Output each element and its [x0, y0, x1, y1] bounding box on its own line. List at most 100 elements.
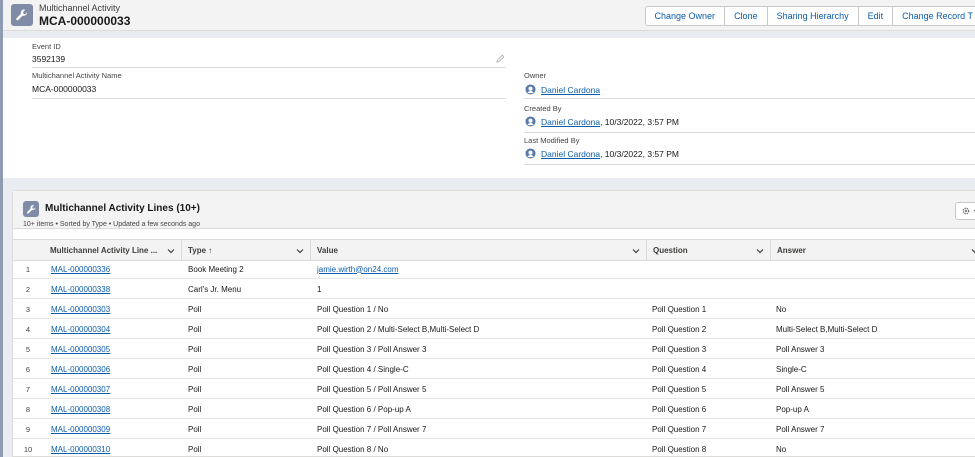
created-by-label: Created By — [524, 104, 562, 113]
type-cell: Carl's Jr. Menu — [188, 284, 242, 294]
last-modified-by-link[interactable]: Daniel Cardona — [541, 149, 600, 159]
value-cell: Poll Question 8 / No — [317, 444, 389, 454]
chevron-down-icon[interactable] — [632, 247, 640, 255]
table-row[interactable]: 5 MAL-000000305 Poll Poll Question 3 / P… — [13, 339, 975, 359]
type-cell: Poll — [188, 304, 202, 314]
answer-cell — [776, 259, 975, 279]
chevron-down-icon[interactable] — [296, 247, 304, 255]
line-record-link[interactable]: MAL-000000304 — [51, 325, 110, 334]
chevron-down-icon[interactable] — [167, 247, 175, 255]
related-list-title[interactable]: Multichannel Activity Lines (10+) — [45, 203, 200, 214]
type-cell: Poll — [188, 324, 202, 334]
owner-label: Owner — [524, 71, 547, 80]
last-modified-date: , 10/3/2022, 3:57 PM — [600, 148, 679, 159]
sharing-hierarchy-button[interactable]: Sharing Hierarchy — [766, 6, 859, 26]
type-cell: Poll — [188, 424, 202, 434]
answer-cell — [776, 279, 975, 299]
type-cell: Poll — [188, 384, 202, 394]
column-header-answer[interactable]: Answer — [771, 240, 975, 261]
value-cell: Poll Question 4 / Single-C — [317, 364, 409, 374]
wrench-icon — [23, 201, 39, 217]
row-number-header — [13, 240, 45, 261]
table-row[interactable]: 8 MAL-000000308 Poll Poll Question 6 / P… — [13, 399, 975, 419]
answer-cell: Poll Answer 7 — [776, 424, 825, 434]
field-divider — [524, 132, 975, 133]
column-header-value[interactable]: Value — [311, 240, 647, 261]
related-list-header: Multichannel Activity Lines (10+) 10+ it… — [13, 191, 975, 229]
list-settings-button[interactable] — [955, 202, 975, 220]
user-avatar-icon — [525, 148, 536, 159]
column-header-question[interactable]: Question — [647, 240, 771, 261]
change-record-type-button[interactable]: Change Record T — [892, 6, 975, 26]
related-list-card: Multichannel Activity Lines (10+) 10+ it… — [12, 190, 975, 457]
value-cell: Poll Question 5 / Poll Answer 5 — [317, 384, 427, 394]
value-cell: Poll Question 3 / Poll Answer 3 — [317, 344, 427, 354]
value-cell: Poll Question 6 / Pop-up A — [317, 404, 411, 414]
row-number: 2 — [25, 284, 31, 294]
column-header-type[interactable]: Type ↑ — [182, 240, 311, 261]
row-number: 3 — [25, 304, 31, 314]
email-link[interactable]: jamie.wirth@on24.com — [317, 265, 398, 274]
change-owner-button[interactable]: Change Owner — [644, 6, 726, 26]
edit-button[interactable]: Edit — [857, 6, 894, 26]
row-number: 9 — [25, 424, 31, 434]
question-cell: Poll Question 8 — [652, 444, 707, 454]
question-cell: Poll Question 4 — [652, 364, 707, 374]
table-row[interactable]: 3 MAL-000000303 Poll Poll Question 1 / N… — [13, 299, 975, 319]
row-number: 6 — [25, 364, 31, 374]
owner-field: Daniel Cardona — [525, 84, 600, 95]
line-record-link[interactable]: MAL-000000308 — [51, 405, 110, 414]
column-header-label: Multichannel Activity Line ... — [50, 246, 158, 255]
record-title: MCA-000000033 — [39, 14, 131, 28]
line-record-link[interactable]: MAL-000000303 — [51, 305, 110, 314]
value-cell: 1 — [317, 284, 322, 294]
owner-link[interactable]: Daniel Cardona — [541, 85, 600, 95]
row-number: 7 — [25, 384, 31, 394]
line-record-link[interactable]: MAL-000000310 — [51, 445, 110, 454]
line-record-link[interactable]: MAL-000000307 — [51, 385, 110, 394]
answer-cell: Single-C — [776, 364, 807, 374]
type-cell: Poll — [188, 364, 202, 374]
last-modified-by-field: Daniel Cardona , 10/3/2022, 3:57 PM — [525, 148, 679, 159]
line-record-link[interactable]: MAL-000000306 — [51, 365, 110, 374]
type-cell: Poll — [188, 444, 202, 454]
question-cell: Poll Question 6 — [652, 404, 707, 414]
chevron-down-icon[interactable] — [756, 247, 764, 255]
line-record-link[interactable]: MAL-000000336 — [51, 265, 110, 274]
table-row[interactable]: 7 MAL-000000307 Poll Poll Question 5 / P… — [13, 379, 975, 399]
object-label: Multichannel Activity — [39, 3, 121, 13]
action-button-group: Change Owner Clone Sharing Hierarchy Edi… — [644, 6, 975, 26]
row-number: 10 — [23, 444, 33, 454]
answer-cell: No — [776, 444, 787, 454]
row-number: 4 — [25, 324, 31, 334]
question-cell: Poll Question 2 — [652, 324, 707, 334]
question-cell: Poll Question 5 — [652, 384, 707, 394]
line-record-link[interactable]: MAL-000000338 — [51, 285, 110, 294]
event-id-value: 3592139 — [32, 54, 66, 64]
answer-cell: Pop-up A — [776, 404, 809, 414]
table-row[interactable]: 6 MAL-000000306 Poll Poll Question 4 / S… — [13, 359, 975, 379]
answer-cell: Poll Answer 5 — [776, 384, 825, 394]
line-record-link[interactable]: MAL-000000305 — [51, 345, 110, 354]
column-header-name[interactable]: Multichannel Activity Line ... — [44, 240, 182, 261]
pencil-icon[interactable] — [496, 54, 505, 63]
type-cell: Poll — [188, 344, 202, 354]
clone-button[interactable]: Clone — [724, 6, 768, 26]
answer-cell: No — [776, 304, 787, 314]
table-row[interactable]: 1 MAL-000000336 Book Meeting 2 jamie.wir… — [13, 259, 975, 279]
answer-cell: Multi-Select B,Multi-Select D — [776, 324, 878, 334]
type-cell: Poll — [188, 404, 202, 414]
question-cell: Poll Question 3 — [652, 344, 707, 354]
field-divider — [32, 98, 506, 99]
table-row[interactable]: 9 MAL-000000309 Poll Poll Question 7 / P… — [13, 419, 975, 439]
table-row[interactable]: 2 MAL-000000338 Carl's Jr. Menu 1 — [13, 279, 975, 299]
field-divider — [524, 98, 975, 99]
value-cell: Poll Question 2 / Multi-Select B,Multi-S… — [317, 324, 480, 334]
chevron-down-icon[interactable] — [971, 247, 975, 255]
created-by-link[interactable]: Daniel Cardona — [541, 117, 600, 127]
table-row[interactable]: 4 MAL-000000304 Poll Poll Question 2 / M… — [13, 319, 975, 339]
question-cell — [652, 259, 772, 279]
record-detail-panel: Event ID 3592139 Multichannel Activity N… — [3, 38, 975, 178]
table-row[interactable]: 10 MAL-000000310 Poll Poll Question 8 / … — [13, 439, 975, 457]
line-record-link[interactable]: MAL-000000309 — [51, 425, 110, 434]
